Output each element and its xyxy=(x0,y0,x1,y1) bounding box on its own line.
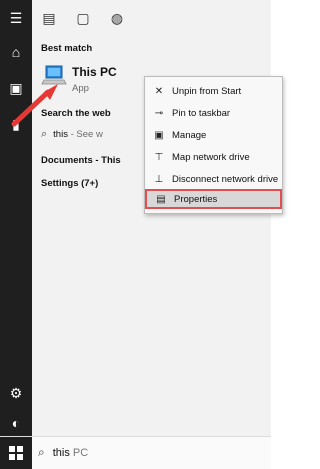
web-filter-icon[interactable]: ◍ xyxy=(109,10,125,26)
pictures-icon[interactable]: ▮ xyxy=(8,116,24,132)
search-web-heading: Search the web xyxy=(41,108,111,119)
windows-start-button[interactable] xyxy=(0,437,32,469)
network-drive-icon: ⊤ xyxy=(154,151,164,163)
documents-icon[interactable]: ▣ xyxy=(8,80,24,96)
best-match-heading: Best match xyxy=(41,43,93,54)
menu-item-manage[interactable]: ▣ Manage xyxy=(145,125,282,145)
web-result-row[interactable]: ⌕ this - See w xyxy=(41,128,103,141)
manage-icon: ▣ xyxy=(154,129,164,141)
menu-item-label: Properties xyxy=(174,193,218,205)
filter-toolbar: ▤ ▢ ◍ xyxy=(32,0,271,36)
this-pc-title[interactable]: This PC xyxy=(72,65,117,79)
menu-item-disconnect-drive[interactable]: ⊥ Disconnect network drive xyxy=(145,169,282,189)
search-icon: ⌕ xyxy=(41,128,48,140)
pin-icon: ⊸ xyxy=(154,107,164,119)
start-menu-rail: ☰ ⌂ ▣ ▮ ⚙ ◐ xyxy=(0,0,32,468)
disconnect-drive-icon: ⊥ xyxy=(154,173,164,185)
menu-item-label: Manage xyxy=(172,129,207,141)
properties-icon: ▤ xyxy=(156,193,166,205)
menu-item-unpin[interactable]: ✕ Unpin from Start xyxy=(145,81,282,101)
menu-item-pin-taskbar[interactable]: ⊸ Pin to taskbar xyxy=(145,103,282,123)
taskbar: ⌕ this PC xyxy=(0,436,271,469)
context-menu: ✕ Unpin from Start ⊸ Pin to taskbar ▣ Ma… xyxy=(144,76,283,214)
settings-result[interactable]: Settings (7+) xyxy=(41,178,98,189)
menu-item-label: Unpin from Start xyxy=(172,85,242,97)
search-query: this xyxy=(52,447,70,459)
search-icon: ⌕ xyxy=(38,445,45,459)
menu-item-map-drive[interactable]: ⊤ Map network drive xyxy=(145,147,282,167)
web-query: this xyxy=(53,129,68,140)
menu-item-label: Map network drive xyxy=(172,151,250,163)
documents-filter-icon[interactable]: ▢ xyxy=(75,10,91,26)
search-results-panel: ▤ ▢ ◍ Best match This PC App Search the … xyxy=(32,0,283,436)
menu-item-properties[interactable]: ▤ Properties xyxy=(145,189,282,209)
home-icon[interactable]: ⌂ xyxy=(8,44,24,60)
apps-filter-icon[interactable]: ▤ xyxy=(41,10,57,26)
menu-item-label: Pin to taskbar xyxy=(172,107,231,119)
gear-icon[interactable]: ⚙ xyxy=(8,385,24,401)
user-icon[interactable]: ◐ xyxy=(8,415,24,431)
this-pc-icon xyxy=(41,65,67,85)
web-see: - See w xyxy=(67,129,103,140)
menu-item-label: Disconnect network drive xyxy=(172,173,279,185)
taskbar-search-field[interactable]: ⌕ this PC xyxy=(38,445,88,460)
search-autocomplete: PC xyxy=(69,447,89,459)
documents-result[interactable]: Documents - This xyxy=(41,155,121,166)
this-pc-type: App xyxy=(72,83,89,94)
unpin-icon: ✕ xyxy=(154,85,164,97)
hamburger-menu-icon[interactable]: ☰ xyxy=(8,10,24,26)
